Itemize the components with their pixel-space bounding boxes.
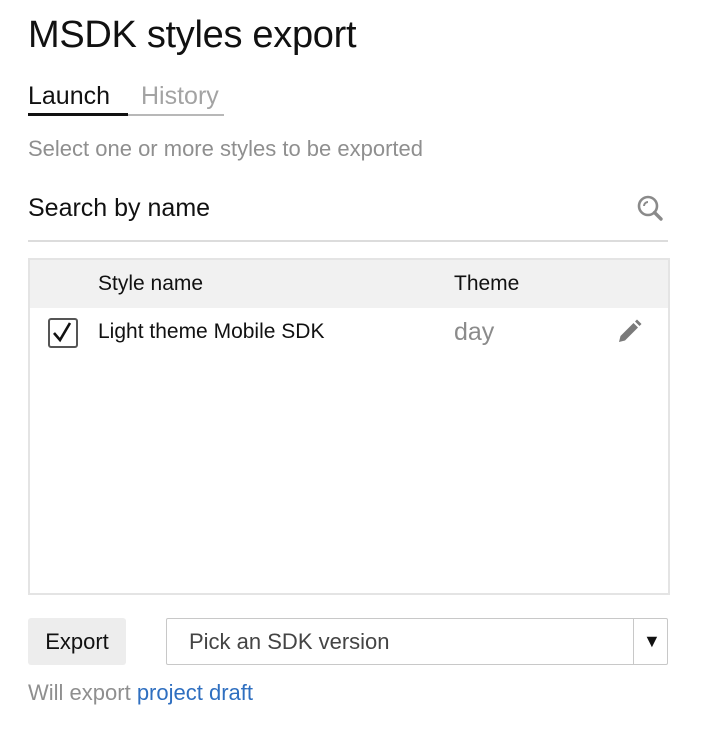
search-input[interactable]: [28, 186, 618, 230]
tab-bar: Launch History: [28, 80, 224, 116]
export-button[interactable]: Export: [28, 618, 126, 665]
column-header-style-name: Style name: [98, 272, 204, 295]
dropdown-arrow-icon[interactable]: ▼: [643, 631, 661, 652]
row-checkbox[interactable]: [48, 318, 78, 348]
pencil-icon[interactable]: [616, 319, 642, 345]
export-note: Will export project draft: [28, 680, 253, 706]
column-header-theme: Theme: [454, 272, 520, 295]
table-row: Light theme Mobile SDK day: [30, 308, 668, 358]
active-tab-indicator: [28, 113, 128, 116]
table-header: Style name Theme: [30, 260, 668, 308]
style-name-cell: Light theme Mobile SDK: [98, 320, 325, 343]
instruction-text: Select one or more styles to be exported: [28, 136, 423, 161]
search-bar: [28, 186, 668, 242]
export-note-prefix: Will export: [28, 680, 131, 705]
styles-table: Style name Theme Light theme Mobile SDK …: [28, 258, 670, 595]
theme-cell: day: [454, 318, 495, 346]
sdk-version-select[interactable]: Pick an SDK version ▼: [166, 618, 668, 665]
checkmark-icon: [53, 322, 72, 343]
tab-launch[interactable]: Launch: [28, 80, 110, 112]
tab-history[interactable]: History: [141, 80, 219, 112]
project-draft-link[interactable]: project draft: [137, 680, 253, 705]
select-divider: [633, 619, 634, 664]
search-icon[interactable]: [636, 194, 664, 222]
sdk-version-value: Pick an SDK version: [189, 629, 390, 654]
page-title: MSDK styles export: [28, 14, 357, 56]
